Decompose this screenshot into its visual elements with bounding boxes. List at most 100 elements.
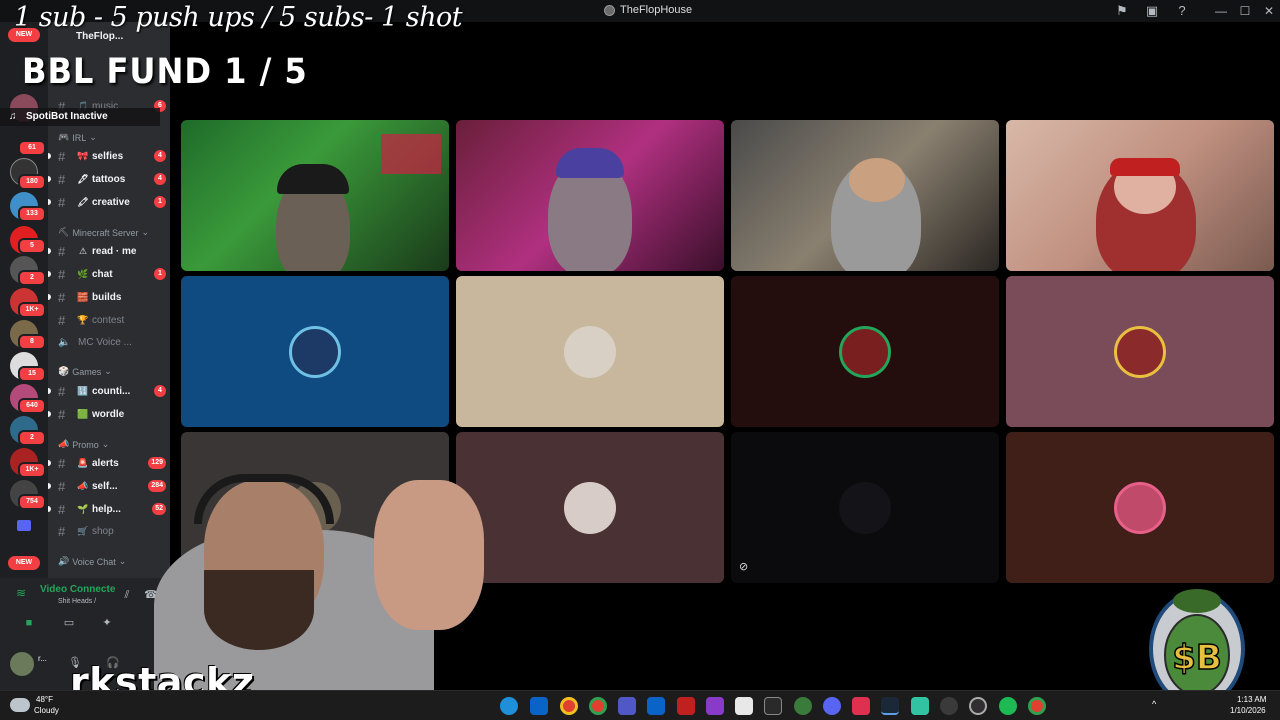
outlook-icon[interactable] (530, 697, 548, 715)
new-indicator-bottom[interactable]: NEW (8, 556, 40, 570)
channel-builds[interactable]: # 🧱 builds (58, 287, 170, 307)
neon-sign (381, 134, 441, 174)
unread-indicator (48, 199, 51, 205)
channel-mc-voice[interactable]: 🔈 MC Voice ... (58, 332, 170, 352)
cap (277, 164, 349, 194)
category-promo[interactable]: 📣 Promo ⌄ (58, 439, 109, 450)
channel-contest[interactable]: # 🏆 contest (58, 310, 170, 330)
category-voice-chat[interactable]: 🔊 Voice Chat ⌄ (58, 556, 126, 567)
channel-emoji-icon: 🎀 (77, 150, 89, 161)
hash-icon: # (58, 501, 66, 517)
chrome-icon[interactable] (1028, 697, 1046, 715)
steam-icon[interactable] (881, 697, 899, 715)
app-icon[interactable] (706, 697, 724, 715)
video-tile-avatar-1[interactable] (181, 276, 449, 427)
video-tile-avatar-3[interactable] (731, 276, 999, 427)
channel-read-me[interactable]: # ⚠ read · me (58, 241, 170, 261)
folder-icon[interactable] (17, 520, 31, 531)
video-tile-camera-2[interactable] (456, 120, 724, 271)
tray-chevron-icon[interactable]: ^ (1152, 699, 1156, 709)
fund-overlay: BBL FUND 1 / 5 (22, 52, 308, 92)
channel-emoji-icon: 🏆 (77, 314, 89, 325)
edge-icon[interactable] (500, 697, 518, 715)
channel-emoji-icon: 📣 (77, 480, 89, 491)
svg-text:$B: $B (1172, 638, 1222, 678)
channel-emoji-icon: ⚠ (78, 245, 88, 256)
channel-tattoos[interactable]: # 🖋 tattoos 4 (58, 169, 170, 189)
windows-taskbar: 48°F Cloudy ^ 1:13 AM 1/10/2026 (0, 690, 1280, 720)
clock-time[interactable]: 1:13 AM (1237, 695, 1266, 704)
store-icon[interactable] (735, 697, 753, 715)
category-irl[interactable]: 🎮 IRL ⌄ (58, 132, 97, 143)
chrome-icon[interactable] (589, 697, 607, 715)
mention-badge: 4 (154, 150, 166, 162)
teams-icon[interactable] (618, 697, 636, 715)
streamlabs-icon[interactable] (911, 697, 929, 715)
signal-icon: ≋ (16, 586, 27, 600)
weather-icon[interactable] (10, 698, 30, 712)
server-badge: 754 (18, 494, 46, 510)
video-tile-avatar-2[interactable] (456, 276, 724, 427)
video-tile-camera-1[interactable] (181, 120, 449, 271)
channel-wordle[interactable]: # 🟩 wordle (58, 404, 170, 424)
chrome-icon[interactable] (560, 697, 578, 715)
discord-icon[interactable] (823, 697, 841, 715)
hash-icon: # (58, 312, 66, 328)
server-badge: 8 (18, 334, 46, 350)
help-icon[interactable]: ? (1174, 3, 1190, 19)
server-icon-small (604, 4, 615, 16)
mention-badge: 4 (154, 173, 166, 185)
avatar[interactable] (10, 652, 34, 676)
spotify-icon[interactable] (999, 697, 1017, 715)
username[interactable]: r... (38, 654, 47, 663)
unread-indicator (48, 153, 51, 159)
maximize-icon[interactable]: ☐ (1235, 2, 1255, 20)
video-tile-avatar-7[interactable]: ⊘ (731, 432, 999, 583)
window-title: TheFlopHouse (604, 4, 692, 16)
inbox-icon[interactable]: ⚑ (1114, 3, 1130, 19)
category-emoji-icon: ⛏ (58, 227, 70, 237)
app-icon[interactable] (677, 697, 695, 715)
channel-creative[interactable]: # 🖍 creative 1 (58, 192, 170, 212)
unread-indicator (48, 271, 51, 277)
participant-avatar (1114, 481, 1166, 534)
channel-chat[interactable]: # 🌿 chat 1 (58, 264, 170, 284)
voice-channel-name[interactable]: Shit Heads / (58, 598, 96, 605)
hash-icon: # (58, 383, 66, 399)
weather-desc[interactable]: Cloudy (34, 706, 59, 715)
video-tile-camera-3[interactable] (731, 120, 999, 271)
channel-emoji-icon: 🟩 (77, 408, 89, 419)
video-tile-avatar-8[interactable] (1006, 432, 1274, 583)
server-badge: 133 (18, 206, 46, 222)
category-minecraft[interactable]: ⛏ Minecraft Server ⌄ (58, 227, 149, 238)
chevron-down-icon: ⌄ (118, 556, 127, 566)
monitor-icon[interactable]: ▣ (1144, 3, 1160, 19)
camera-icon[interactable]: ■ (18, 614, 40, 632)
weather-temp[interactable]: 48°F (36, 695, 53, 704)
mention-badge: 1 (154, 196, 166, 208)
video-tile-avatar-4[interactable] (1006, 276, 1274, 427)
hash-icon: # (58, 478, 66, 494)
channel-selfies[interactable]: # 🎀 selfies 4 (58, 146, 170, 166)
app-icon[interactable] (940, 697, 958, 715)
app-icon[interactable] (794, 697, 812, 715)
maps-icon[interactable] (852, 697, 870, 715)
activity-icon[interactable]: ✦ (96, 614, 118, 632)
category-games[interactable]: 🎲 Games ⌄ (58, 366, 112, 377)
clock-date[interactable]: 1/10/2026 (1230, 706, 1266, 715)
participant-avatar (289, 325, 341, 378)
outlook-icon[interactable] (647, 697, 665, 715)
app-icon[interactable] (764, 697, 782, 715)
unread-indicator (48, 411, 51, 417)
video-tile-camera-4[interactable] (1006, 120, 1274, 271)
screen-share-icon[interactable]: ▭ (58, 614, 80, 632)
close-icon[interactable]: ✕ (1259, 2, 1279, 20)
voice-status[interactable]: Video Connecte (40, 584, 115, 595)
channel-counting[interactable]: # 🔢 counti... 4 (58, 381, 170, 401)
obs-icon[interactable] (969, 697, 987, 715)
unread-indicator (48, 460, 51, 466)
channel-emoji-icon: 🖍 (77, 196, 89, 207)
minimize-icon[interactable]: — (1211, 2, 1231, 20)
server-badge: 15 (18, 366, 46, 382)
category-emoji-icon: 🔊 (58, 556, 70, 566)
